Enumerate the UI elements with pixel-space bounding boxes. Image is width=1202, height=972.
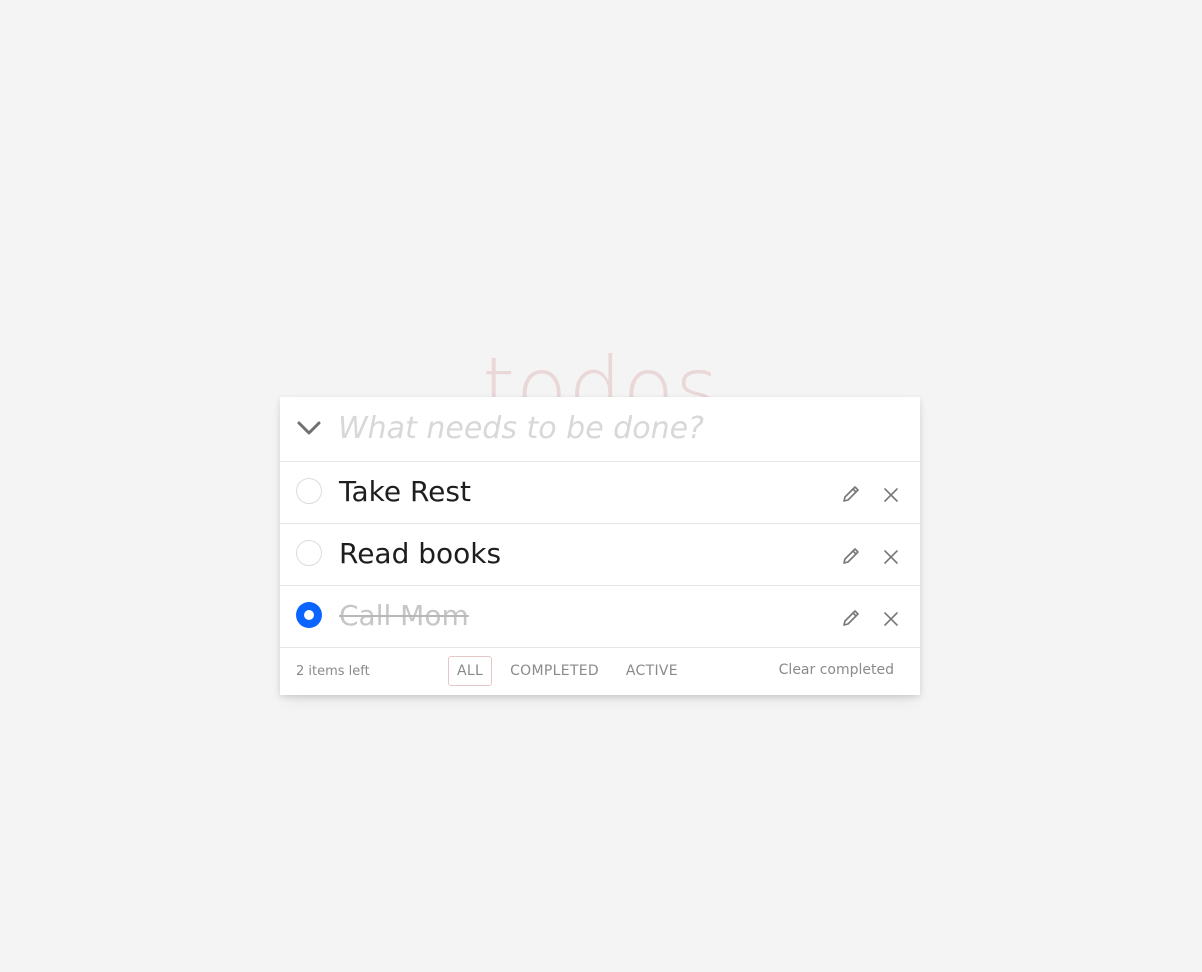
todo-item: Read books xyxy=(280,524,920,586)
new-todo-input[interactable] xyxy=(338,405,898,451)
todo-label[interactable]: Read books xyxy=(339,536,501,572)
delete-button[interactable] xyxy=(881,485,901,505)
close-icon xyxy=(884,488,898,502)
pencil-icon xyxy=(843,548,859,564)
edit-button[interactable] xyxy=(840,607,862,629)
filter-all[interactable]: ALL xyxy=(448,656,493,686)
edit-button[interactable] xyxy=(840,483,862,505)
filter-active[interactable]: ACTIVE xyxy=(617,656,687,686)
todo-label[interactable]: Take Rest xyxy=(339,474,471,510)
todo-item: Take Rest xyxy=(280,462,920,524)
toggle-all-button[interactable] xyxy=(294,415,324,443)
todo-label[interactable]: Call Mom xyxy=(339,598,469,634)
edit-button[interactable] xyxy=(840,545,862,567)
chevron-down-icon xyxy=(297,421,321,435)
delete-button[interactable] xyxy=(881,609,901,629)
delete-button[interactable] xyxy=(881,547,901,567)
pencil-icon xyxy=(843,610,859,626)
filter-group: ALL COMPLETED ACTIVE xyxy=(448,656,696,686)
clear-completed-button[interactable]: Clear completed xyxy=(779,662,894,678)
todo-toggle-checkbox[interactable] xyxy=(296,478,322,504)
todo-toggle-checkbox[interactable] xyxy=(296,602,322,628)
close-icon xyxy=(884,612,898,626)
close-icon xyxy=(884,550,898,564)
items-left-count: 2 items left xyxy=(296,664,370,679)
todo-item: Call Mom xyxy=(280,586,920,648)
filter-completed[interactable]: COMPLETED xyxy=(501,656,608,686)
todo-app: Take Rest Read books xyxy=(280,397,920,695)
pencil-icon xyxy=(843,486,859,502)
todo-footer: 2 items left ALL COMPLETED ACTIVE Clear … xyxy=(280,648,920,695)
todo-toggle-checkbox[interactable] xyxy=(296,540,322,566)
todo-header xyxy=(280,397,920,462)
